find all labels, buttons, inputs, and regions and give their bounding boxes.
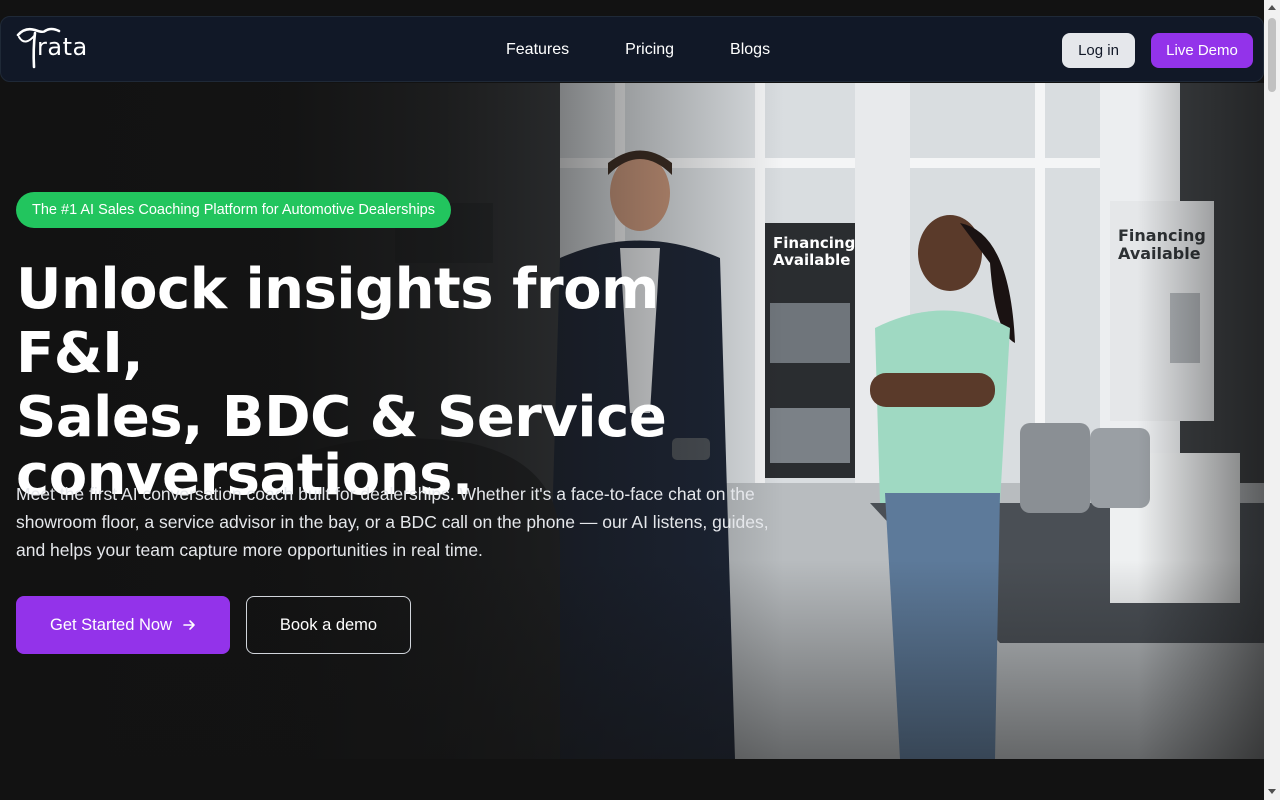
headline-line-2: Sales, BDC & Service [16, 385, 667, 450]
hero-headline: Unlock insights from F&I, Sales, BDC & S… [16, 258, 796, 508]
site-header: rata Features Pricing Blogs Log in Live … [0, 16, 1264, 82]
headline-line-1: Unlock insights from F&I, [16, 257, 659, 386]
nav-features[interactable]: Features [506, 41, 569, 59]
book-demo-button[interactable]: Book a demo [246, 596, 411, 654]
main-nav: Features Pricing Blogs [506, 17, 770, 83]
logo-text[interactable]: rata [37, 33, 88, 61]
scroll-down-icon[interactable] [1268, 789, 1276, 794]
scroll-thumb[interactable] [1268, 18, 1276, 92]
hero-overlay-bottom [0, 560, 1264, 760]
page-scrollbar[interactable] [1264, 0, 1280, 800]
get-started-button[interactable]: Get Started Now [16, 596, 230, 654]
hero-badge: The #1 AI Sales Coaching Platform for Au… [16, 192, 451, 228]
get-started-label: Get Started Now [50, 615, 172, 634]
hero-subtext: Meet the first AI conversation coach bui… [16, 484, 769, 560]
nav-blogs[interactable]: Blogs [730, 41, 770, 59]
scroll-up-icon[interactable] [1268, 5, 1276, 10]
arrow-right-icon [183, 620, 195, 630]
nav-pricing[interactable]: Pricing [625, 41, 674, 59]
login-button[interactable]: Log in [1062, 33, 1135, 68]
live-demo-button[interactable]: Live Demo [1151, 33, 1253, 68]
